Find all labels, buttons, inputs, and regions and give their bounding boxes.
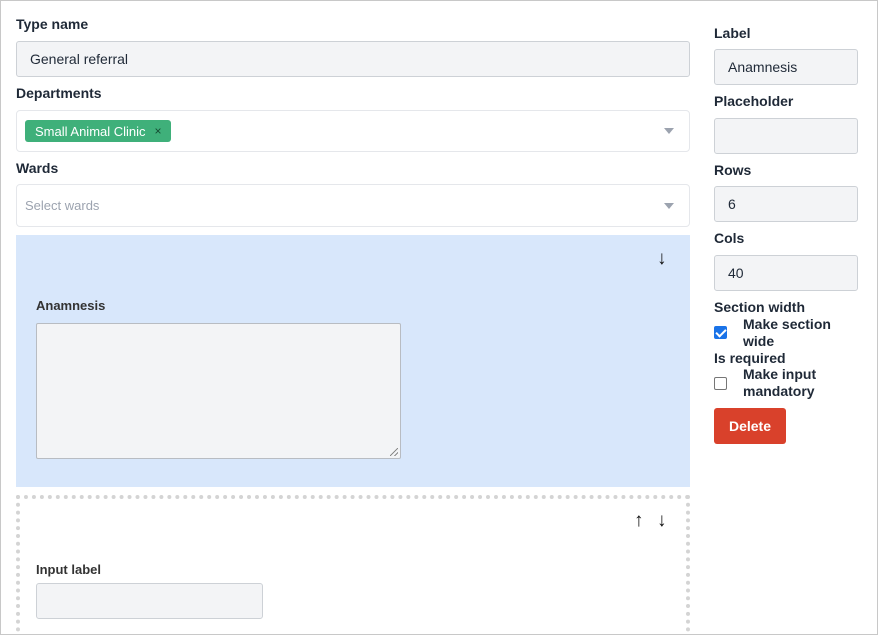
- section-input[interactable]: ↑ ↓ Input label: [16, 495, 690, 634]
- mandatory-checkbox[interactable]: [714, 377, 727, 390]
- resize-handle-icon[interactable]: [390, 448, 398, 456]
- rows-property-input[interactable]: 6: [714, 186, 858, 222]
- arrow-down-icon[interactable]: ↓: [657, 511, 667, 530]
- chevron-down-icon[interactable]: [664, 128, 674, 134]
- cols-property-label: Cols: [714, 230, 745, 246]
- placeholder-property-label: Placeholder: [714, 93, 794, 109]
- make-wide-checkbox[interactable]: [714, 326, 727, 339]
- delete-button[interactable]: Delete: [714, 408, 786, 444]
- wards-select[interactable]: Select wards: [16, 184, 690, 227]
- wards-label: Wards: [16, 160, 59, 176]
- label-property-label: Label: [714, 25, 751, 41]
- cols-property-input[interactable]: 40: [714, 255, 858, 291]
- department-tag-label: Small Animal Clinic: [35, 123, 146, 139]
- chevron-down-icon[interactable]: [664, 202, 674, 209]
- departments-select[interactable]: Small Animal Clinic ×: [16, 110, 690, 152]
- placeholder-property-input[interactable]: [714, 118, 858, 154]
- make-wide-text: Make section wide: [743, 316, 831, 349]
- rows-property-label: Rows: [714, 162, 752, 178]
- mandatory-text: Make input mandatory: [743, 366, 817, 399]
- departments-label: Departments: [16, 85, 102, 101]
- is-required-label: Is required: [714, 350, 786, 366]
- form-builder: Type name General referral Departments S…: [0, 0, 878, 635]
- type-name-input[interactable]: General referral: [16, 41, 690, 77]
- label-property-input[interactable]: Anamnesis: [714, 49, 858, 85]
- remove-tag-icon[interactable]: ×: [155, 124, 162, 138]
- section-anamnesis[interactable]: ↓ Anamnesis: [16, 235, 690, 487]
- section-label: Input label: [36, 562, 101, 577]
- input-field[interactable]: [36, 583, 263, 619]
- section-label: Anamnesis: [36, 298, 106, 313]
- arrow-up-icon[interactable]: ↑: [634, 511, 644, 530]
- wards-placeholder: Select wards: [25, 198, 100, 213]
- anamnesis-textarea[interactable]: [36, 323, 401, 459]
- arrow-down-icon[interactable]: ↓: [657, 249, 667, 268]
- type-name-label: Type name: [16, 16, 89, 32]
- section-width-label: Section width: [714, 299, 805, 315]
- department-tag: Small Animal Clinic ×: [25, 120, 171, 142]
